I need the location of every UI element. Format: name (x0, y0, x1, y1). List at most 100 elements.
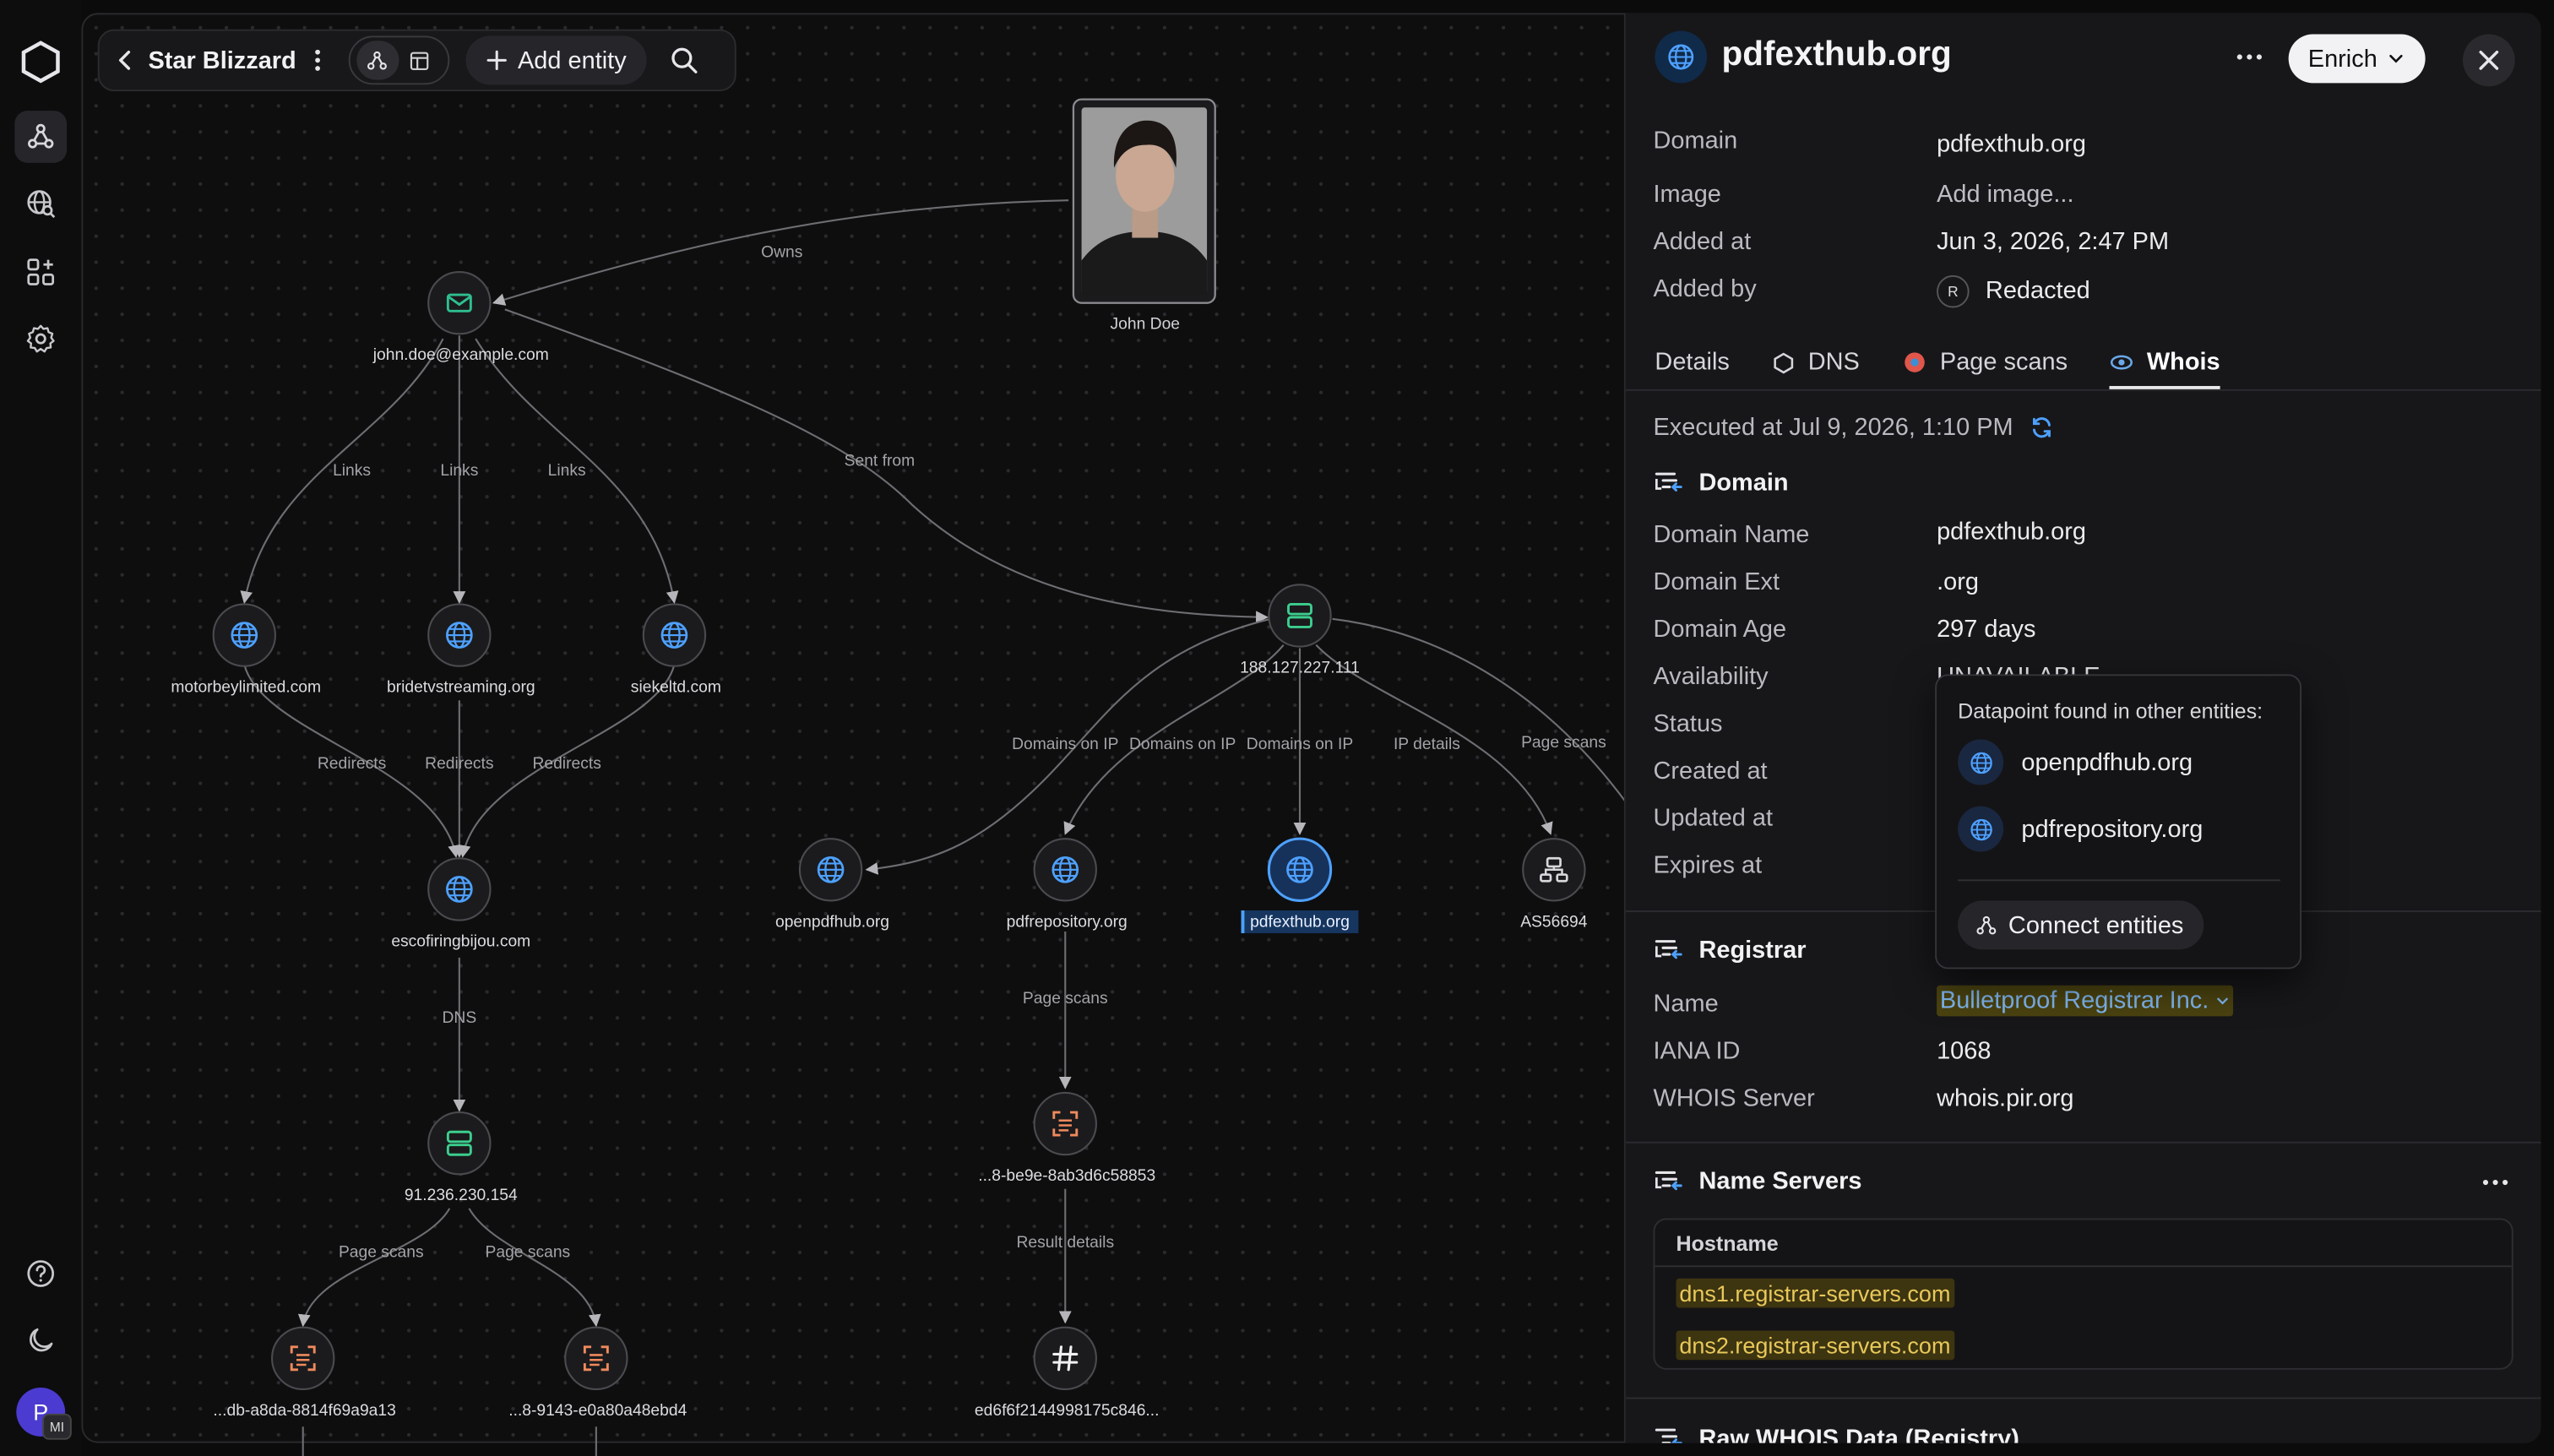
node-domain[interactable] (212, 603, 276, 667)
whois-eye-icon (2110, 355, 2133, 370)
related-entity-name: openpdfhub.org (2021, 748, 2193, 776)
edge-page-scans-3 (1332, 617, 1629, 807)
search-icon[interactable] (669, 46, 698, 75)
related-entity-item[interactable]: openpdfhub.org (1958, 739, 2193, 785)
tab-details[interactable]: Details (1655, 349, 1729, 377)
node-domain[interactable] (798, 838, 863, 902)
section-name-servers-header: Name Servers (1653, 1166, 1862, 1196)
tab-whois[interactable]: Whois (2109, 348, 2220, 377)
edge-label-redirects: Redirects (532, 755, 600, 773)
whois-value[interactable]: whois.pir.org (1937, 1084, 2073, 1112)
whois-value[interactable]: .org (1937, 568, 1979, 596)
section-title: Domain (1698, 468, 1789, 497)
hexagon-icon (1774, 351, 1794, 373)
section-domain-header: Domain (1653, 467, 1789, 497)
whois-key: Availability (1653, 662, 1769, 691)
graph-icon (367, 50, 388, 69)
edge-label-domains-on-ip: Domains on IP (1012, 736, 1118, 753)
node-domain[interactable] (642, 603, 707, 667)
tab-label: Whois (2146, 348, 2220, 377)
section-divider (1625, 1141, 2541, 1144)
node-email[interactable] (427, 270, 492, 335)
panel-tabs: Details DNS Page scans Whois (1625, 339, 2541, 391)
node-label: ...8-be9e-8ab3d6c58853 (978, 1167, 1155, 1185)
add-entity-button[interactable]: Add entity (465, 35, 646, 85)
hostname-cell: dns2.registrar-servers.com (1676, 1330, 1954, 1361)
node-label: siekeltd.com (631, 679, 721, 697)
whois-key: Updated at (1653, 804, 1774, 833)
meta-value: Redacted (1985, 276, 2090, 305)
tab-dns[interactable]: DNS (1772, 349, 1860, 376)
table-row[interactable]: dns1.registrar-servers.com (1676, 1278, 1954, 1308)
edge-label-links: Links (440, 462, 478, 480)
meta-row-added-at: Added at Jun 3, 2026, 2:47 PM (1626, 228, 2541, 263)
meta-key: Domain (1653, 127, 1738, 155)
section-title: Registrar (1698, 935, 1807, 964)
edge-labels: Owns Sent from Links Links Links Redirec… (318, 244, 1606, 1262)
add-image-link[interactable]: Add image... (1937, 181, 2073, 209)
table-header-hostname: Hostname (1676, 1231, 1779, 1256)
whois-key: WHOIS Server (1653, 1084, 1815, 1113)
close-panel-button[interactable] (2462, 34, 2515, 87)
tab-page-scans[interactable]: Page scans (1903, 348, 2068, 377)
edge-label-ip-details: IP details (1394, 736, 1460, 753)
node-domain[interactable] (427, 857, 492, 921)
node-person[interactable]: John Doe (1072, 98, 1216, 334)
node-page-scan[interactable] (271, 1326, 335, 1390)
edge-label-sent-from: Sent from (845, 453, 916, 470)
related-entity-item[interactable]: pdfrepository.org (1958, 806, 2204, 852)
panel-header: pdfexthub.org Enrich (1626, 13, 2541, 104)
section-list-icon (1655, 940, 1682, 959)
node-ip[interactable] (427, 1111, 492, 1176)
popover-title: Datapoint found in other entities: (1958, 698, 2263, 724)
hostname-cell: dns1.registrar-servers.com (1676, 1278, 1954, 1308)
node-hash[interactable] (1033, 1326, 1097, 1390)
edge-label-redirects: Redirects (425, 755, 493, 773)
registrar-name-dropdown[interactable]: Bulletproof Registrar Inc. (1937, 985, 2234, 1017)
node-domain[interactable] (427, 603, 492, 667)
tab-label: Details (1655, 348, 1730, 377)
related-entity-name: pdfrepository.org (2021, 815, 2204, 843)
node-domain[interactable] (1033, 838, 1097, 902)
registrar-name: Bulletproof Registrar Inc. (1939, 986, 2209, 1015)
node-ip[interactable] (1268, 584, 1332, 648)
enrich-button[interactable]: Enrich (2288, 34, 2426, 84)
section-title: Name Servers (1698, 1166, 1862, 1195)
graph-title[interactable]: Star Blizzard (148, 46, 296, 74)
table-view-button[interactable] (399, 41, 441, 79)
connect-entities-button[interactable]: Connect entities (1958, 900, 2204, 950)
more-options-icon[interactable] (2481, 1177, 2510, 1187)
node-label: 91.236.230.154 (405, 1187, 518, 1204)
meta-key: Added by (1653, 274, 1757, 303)
executed-text: Executed at Jul 9, 2026, 1:10 PM (1653, 413, 2013, 442)
node-label: 188.127.227.111 (1240, 659, 1360, 676)
graph-view-button[interactable] (356, 41, 399, 80)
graph-layer: Owns Sent from Links Links Links Redirec… (171, 98, 1629, 1456)
globe-icon (1655, 30, 1708, 84)
edge-label-result-details: Result details (1016, 1234, 1114, 1252)
close-icon (2479, 50, 2499, 70)
meta-value[interactable]: pdfexthub.org (1937, 130, 2086, 158)
connect-entities-label: Connect entities (2008, 910, 2184, 939)
node-page-scan[interactable] (564, 1326, 628, 1390)
section-list-icon (1655, 472, 1682, 492)
more-options-icon[interactable] (2235, 42, 2264, 72)
tab-label: Page scans (1939, 348, 2068, 377)
node-page-scan[interactable] (1033, 1091, 1097, 1156)
edge-label-links: Links (333, 462, 371, 480)
node-asn[interactable] (1522, 838, 1586, 902)
enrich-label: Enrich (2307, 45, 2377, 73)
whois-value[interactable]: pdfexthub.org (1937, 518, 2086, 546)
whois-key: IANA ID (1653, 1037, 1741, 1066)
node-domain-selected[interactable] (1267, 837, 1333, 902)
edge-label-owns: Owns (761, 244, 802, 262)
whois-value[interactable]: 297 days (1937, 616, 2035, 644)
meta-key: Image (1653, 181, 1721, 209)
node-label: AS56694 (1520, 913, 1588, 931)
table-row[interactable]: dns2.registrar-servers.com (1676, 1330, 1954, 1361)
refresh-icon[interactable] (2030, 416, 2054, 440)
whois-value[interactable]: 1068 (1937, 1037, 1991, 1065)
executed-at: Executed at Jul 9, 2026, 1:10 PM (1653, 414, 2053, 442)
chevron-left-icon[interactable] (112, 47, 139, 73)
kebab-menu-icon[interactable] (306, 47, 329, 73)
